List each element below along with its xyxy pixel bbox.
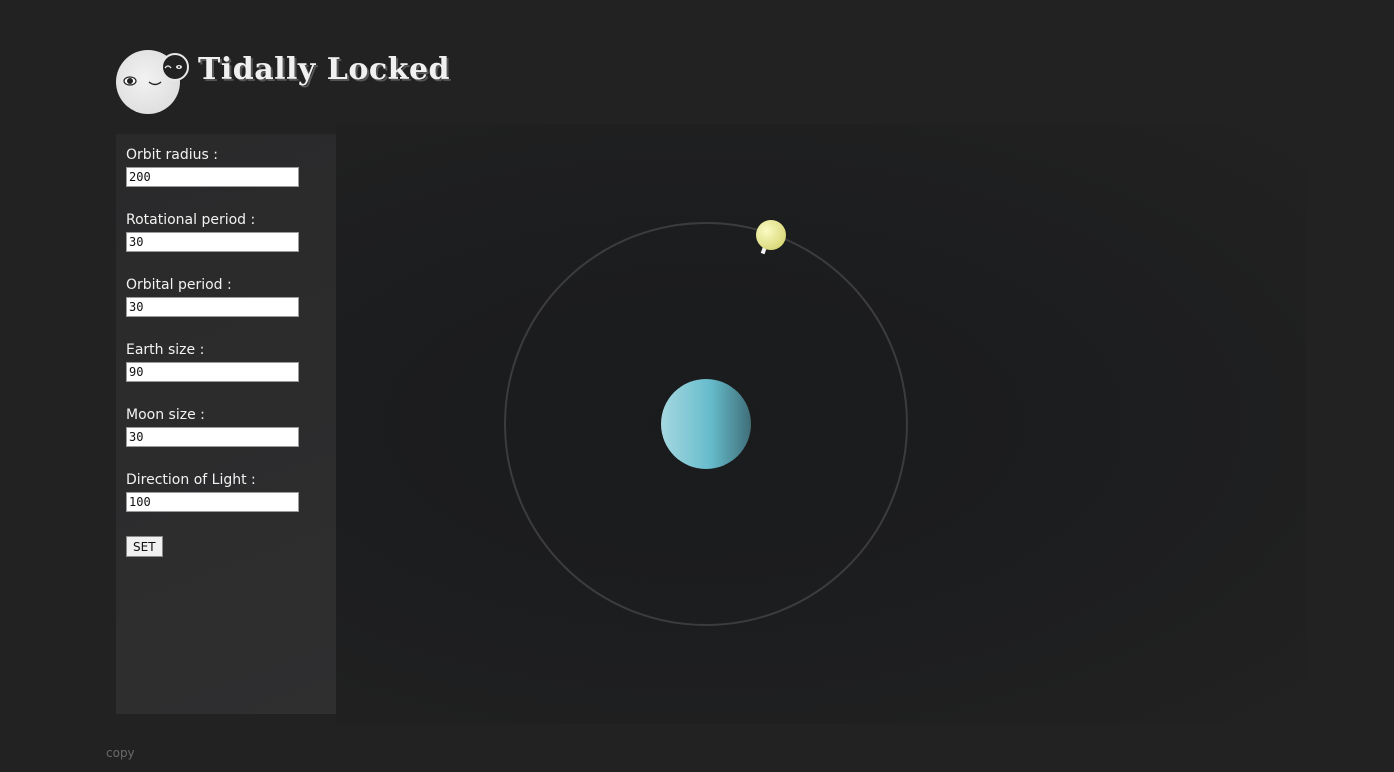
moon-size-field: Moon size :	[126, 406, 299, 447]
moon	[756, 220, 786, 255]
orbit-radius-field: Orbit radius :	[126, 146, 299, 187]
page: Tidally Locked Orbit radius: 200 Rotati…	[0, 0, 1394, 772]
light-direction-label: Direction of Light :	[126, 472, 256, 488]
moon-size-label: Moon size :	[126, 407, 205, 423]
moon-face-icon	[114, 48, 190, 116]
rotational-period-label: Rotational period :	[126, 212, 256, 228]
earth-size-field: Earth size :	[126, 341, 299, 382]
earth-size-label: Earth size :	[126, 342, 205, 358]
earth	[661, 379, 751, 469]
simulation-stage	[336, 124, 1306, 724]
earth-size-input[interactable]	[126, 362, 299, 382]
orbit-radius-input[interactable]	[126, 167, 299, 187]
moon-size-input[interactable]	[126, 427, 299, 447]
rotational-period-field: Rotational period :	[126, 211, 299, 252]
orbit-radius-label: Orbit radius :	[126, 147, 218, 163]
light-direction-field: Direction of Light :	[126, 471, 299, 512]
set-button[interactable]: SET	[126, 536, 163, 557]
orbital-period-input[interactable]	[126, 297, 299, 317]
orbital-period-label: Orbital period :	[126, 277, 232, 293]
controls-panel: Orbit radius : Rotational period : Orbit…	[116, 134, 336, 714]
orbital-period-field: Orbital period :	[126, 276, 299, 317]
footer-copy[interactable]: copy	[106, 746, 135, 760]
orbit-canvas	[504, 220, 908, 626]
light-direction-input[interactable]	[126, 492, 299, 512]
site-title: Tidally Locked	[198, 52, 451, 87]
rotational-period-input[interactable]	[126, 232, 299, 252]
